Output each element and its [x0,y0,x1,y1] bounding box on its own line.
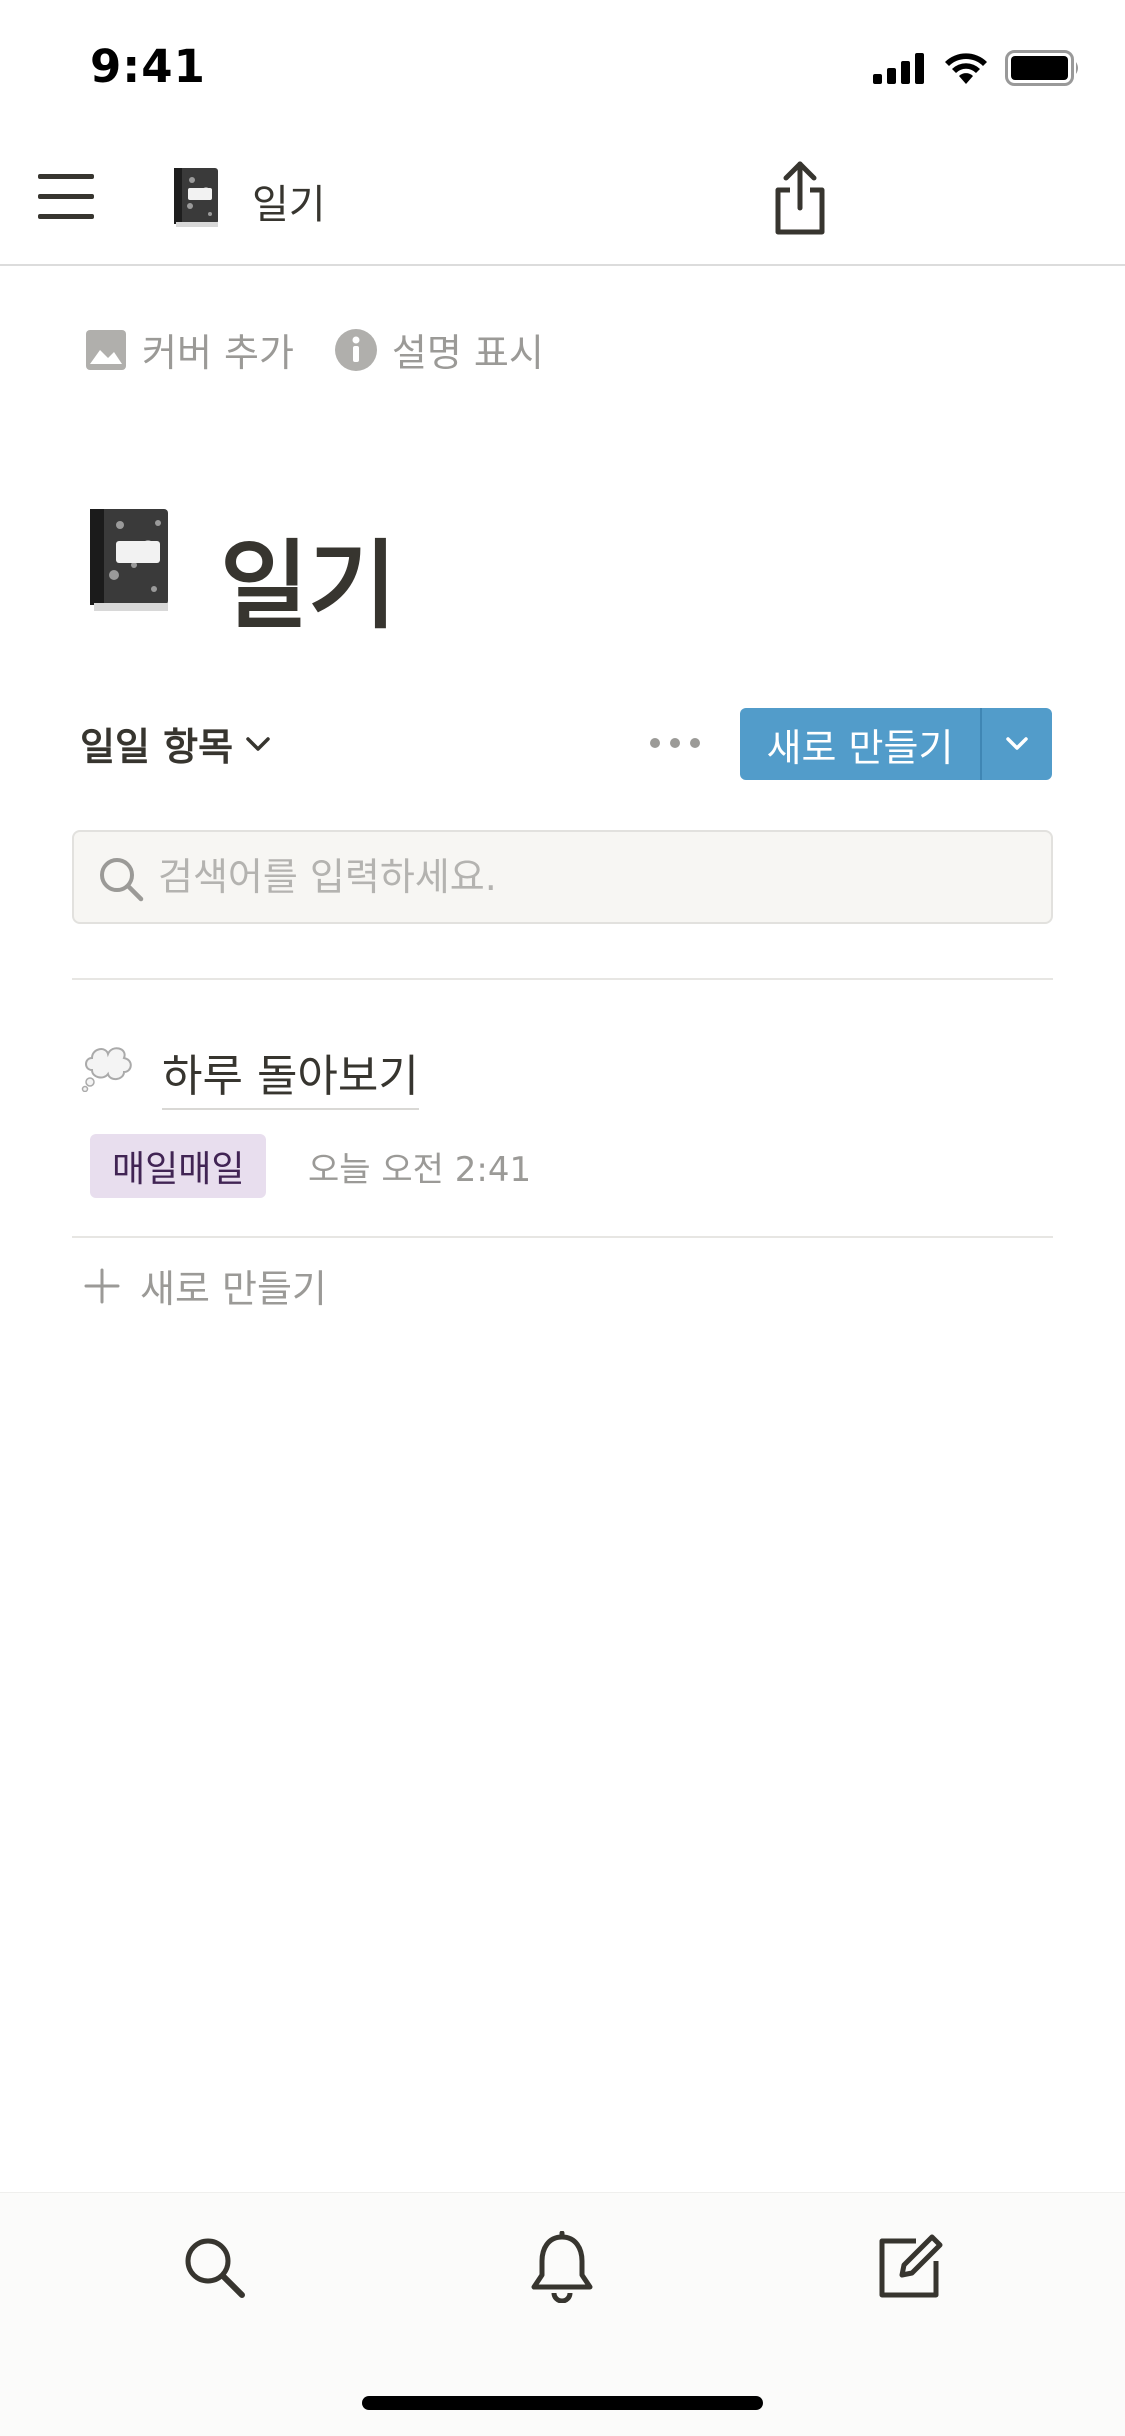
page-title: 일기 [220,530,397,642]
tab-search[interactable] [174,2227,254,2307]
more-options-icon[interactable] [650,728,700,758]
share-icon[interactable] [770,158,830,238]
wifi-icon [945,53,987,84]
nav-title: 일기 [252,182,326,228]
tab-notifications[interactable] [522,2227,602,2307]
tag-badge: 매일매일 [90,1134,267,1198]
bell-icon [531,2231,593,2303]
entry-timestamp: 오늘 오전 2:41 [308,1150,532,1190]
notebook-icon[interactable] [170,166,222,228]
show-description-button[interactable]: 설명 표시 [334,322,544,377]
view-selector[interactable]: 일일 항목 [80,716,271,771]
chevron-down-icon [1006,737,1028,750]
battery-icon [1005,50,1078,86]
add-cover-label: 커버 추가 [142,331,294,375]
notebook-icon[interactable] [84,505,174,613]
new-button-dropdown[interactable] [982,708,1052,780]
divider [72,978,1053,980]
status-bar: 9:41 [0,0,1125,130]
cellular-signal-icon [873,53,924,84]
tab-new-page[interactable] [870,2227,950,2307]
page-actions: 커버 추가 설명 표시 [84,322,544,377]
search-icon [185,2238,245,2298]
info-icon [334,328,377,371]
divider [72,1236,1053,1238]
chevron-down-icon [246,736,270,751]
search-box [72,830,1053,924]
thought-balloon-icon [81,1047,132,1092]
home-indicator [362,2396,763,2410]
menu-icon[interactable] [38,172,94,222]
new-button[interactable]: 새로 만들기 [740,708,982,780]
add-new-label: 새로 만들기 [140,1267,327,1311]
view-name: 일일 항목 [80,725,234,769]
show-description-label: 설명 표시 [391,331,544,375]
add-cover-button[interactable]: 커버 추가 [84,322,294,377]
search-input[interactable] [158,832,1038,922]
new-button-group: 새로 만들기 [740,708,1052,780]
image-icon [86,329,126,370]
status-icons [873,50,1081,86]
status-time: 9:41 [90,40,206,93]
plus-icon [84,1268,120,1303]
list-item[interactable]: 하루 돌아보기 매일매일 오늘 오전 2:41 [72,1030,1053,1236]
nav-bar: 일기 [0,130,1125,266]
compose-icon [879,2234,943,2298]
search-icon [100,858,144,902]
add-new-row-button[interactable]: 새로 만들기 [84,1258,327,1313]
entry-title[interactable]: 하루 돌아보기 [162,1040,419,1110]
